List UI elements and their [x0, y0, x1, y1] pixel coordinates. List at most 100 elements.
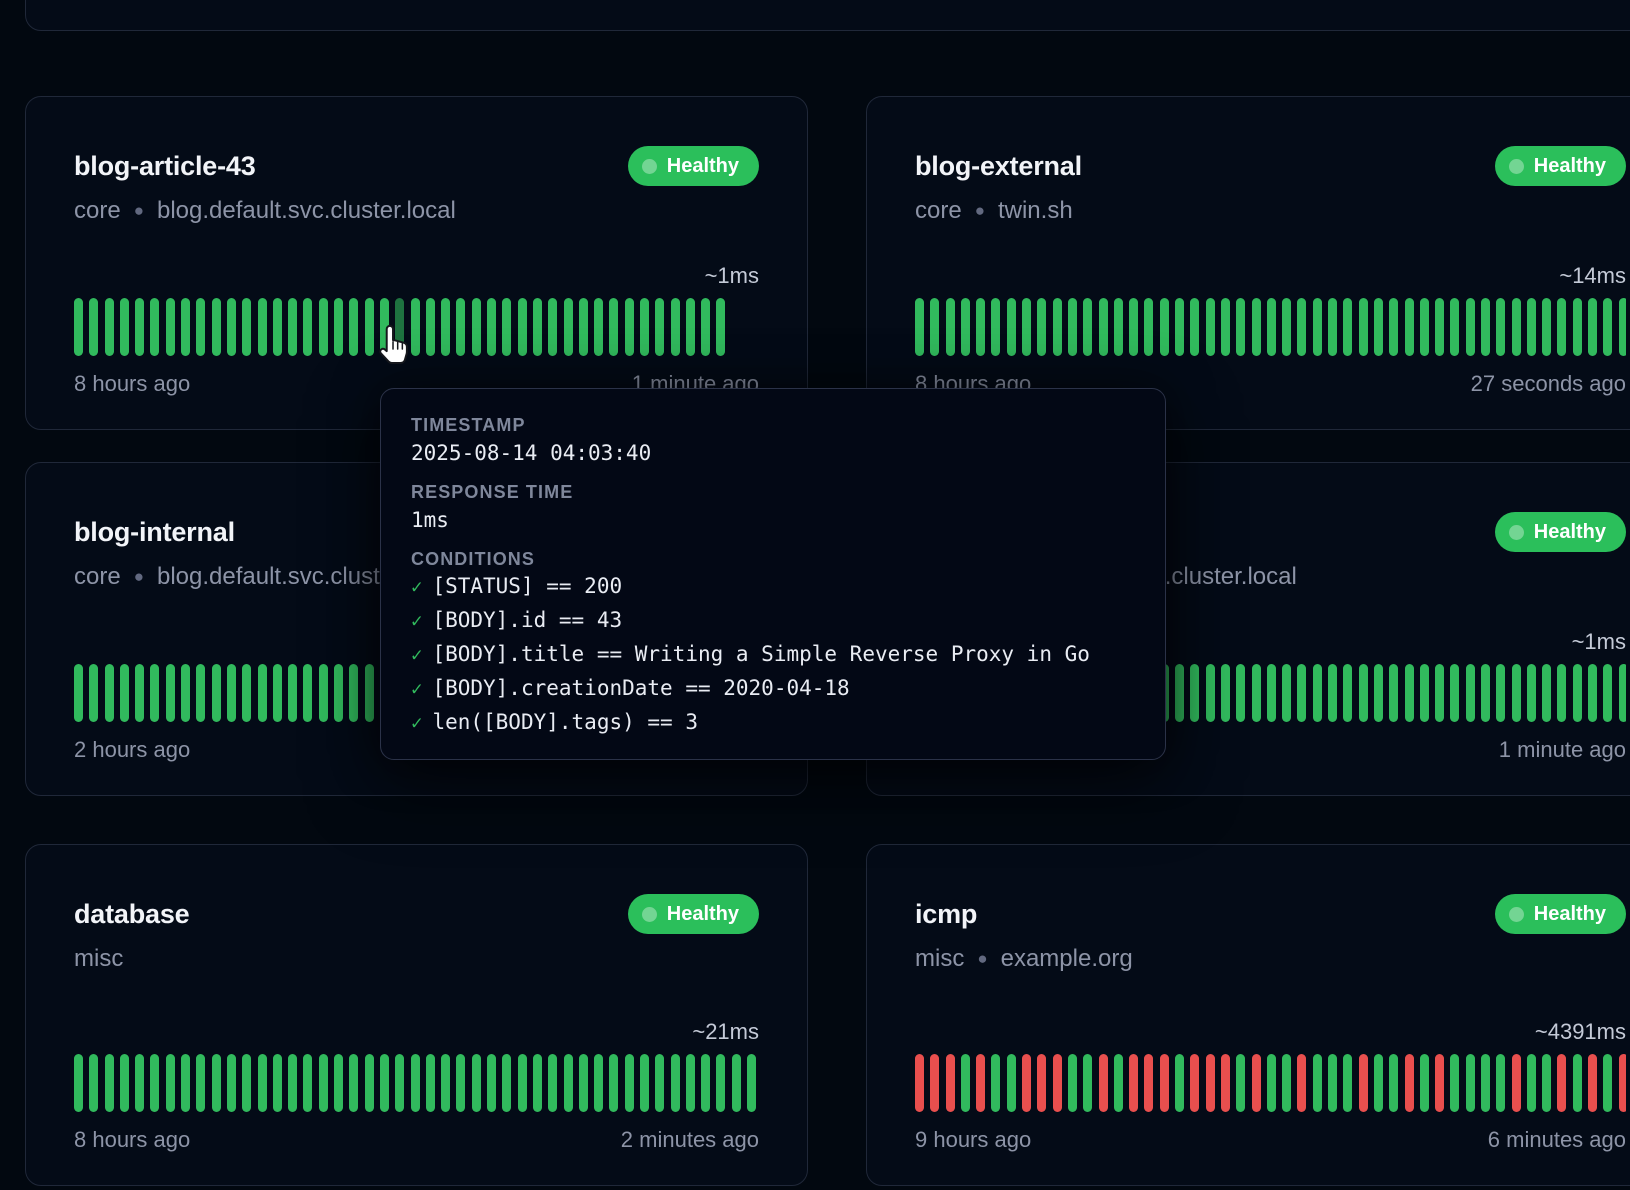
result-bar[interactable] [258, 664, 267, 722]
result-bar[interactable] [89, 298, 98, 356]
result-bar[interactable] [1542, 664, 1551, 722]
uptime-bars[interactable] [74, 1054, 759, 1112]
result-bar[interactable] [671, 1054, 680, 1112]
result-bar[interactable] [166, 298, 175, 356]
result-bar[interactable] [1252, 1054, 1261, 1112]
result-bar[interactable] [1481, 298, 1490, 356]
result-bar[interactable] [548, 1054, 557, 1112]
uptime-bars[interactable] [915, 1054, 1626, 1112]
result-bar[interactable] [1083, 298, 1092, 356]
result-bar[interactable] [1343, 664, 1352, 722]
result-bar[interactable] [625, 298, 634, 356]
result-bar[interactable] [74, 1054, 83, 1112]
result-bar[interactable] [89, 1054, 98, 1112]
result-bar[interactable] [518, 1054, 527, 1112]
result-bar[interactable] [915, 1054, 924, 1112]
result-bar[interactable] [135, 1054, 144, 1112]
result-bar[interactable] [1512, 298, 1521, 356]
result-bar[interactable] [1450, 1054, 1459, 1112]
result-bar[interactable] [1037, 1054, 1046, 1112]
result-bar[interactable] [1007, 298, 1016, 356]
result-bar[interactable] [258, 1054, 267, 1112]
result-bar[interactable] [242, 298, 251, 356]
result-bar[interactable] [1236, 298, 1245, 356]
result-bar[interactable] [502, 1054, 511, 1112]
result-bar[interactable] [1114, 1054, 1123, 1112]
result-bar[interactable] [1022, 298, 1031, 356]
result-bar[interactable] [1252, 664, 1261, 722]
result-bar[interactable] [655, 1054, 664, 1112]
result-bar[interactable] [273, 664, 282, 722]
result-bar[interactable] [1267, 298, 1276, 356]
result-bar[interactable] [135, 664, 144, 722]
result-bar[interactable] [533, 1054, 542, 1112]
result-bar[interactable] [349, 298, 358, 356]
result-bar[interactable] [1557, 298, 1566, 356]
result-bar[interactable] [930, 1054, 939, 1112]
result-bar[interactable] [1144, 298, 1153, 356]
result-bar[interactable] [1481, 1054, 1490, 1112]
result-bar[interactable] [1389, 1054, 1398, 1112]
result-bar[interactable] [1405, 664, 1414, 722]
result-bar[interactable] [1144, 1054, 1153, 1112]
result-bar[interactable] [181, 664, 190, 722]
result-bar[interactable] [334, 298, 343, 356]
result-bar[interactable] [89, 664, 98, 722]
result-bar[interactable] [334, 1054, 343, 1112]
result-bar[interactable] [1313, 1054, 1322, 1112]
uptime-bars[interactable] [74, 298, 759, 356]
result-bar[interactable] [594, 298, 603, 356]
result-bar[interactable] [105, 664, 114, 722]
result-bar[interactable] [1557, 1054, 1566, 1112]
result-bar[interactable] [1328, 1054, 1337, 1112]
result-bar[interactable] [1405, 1054, 1414, 1112]
result-bar[interactable] [1481, 664, 1490, 722]
result-bar[interactable] [701, 298, 710, 356]
result-bar[interactable] [1297, 298, 1306, 356]
result-bar[interactable] [1267, 664, 1276, 722]
result-bar[interactable] [365, 664, 374, 722]
result-bar[interactable] [1420, 664, 1429, 722]
result-bar[interactable] [1359, 664, 1368, 722]
result-bar[interactable] [1282, 1054, 1291, 1112]
endpoint-card-blog-article-43[interactable]: blog-article-43 Healthy core ● blog.defa… [25, 96, 808, 430]
result-bar[interactable] [288, 664, 297, 722]
result-bar[interactable] [1037, 298, 1046, 356]
result-bar[interactable] [1389, 298, 1398, 356]
result-bar[interactable] [1512, 664, 1521, 722]
result-bar[interactable] [349, 664, 358, 722]
result-bar[interactable] [640, 1054, 649, 1112]
result-bar[interactable] [533, 298, 542, 356]
result-bar[interactable] [150, 1054, 159, 1112]
result-bar[interactable] [426, 1054, 435, 1112]
result-bar[interactable] [1175, 298, 1184, 356]
result-bar[interactable] [1328, 664, 1337, 722]
result-bar[interactable] [380, 1054, 389, 1112]
result-bar[interactable] [196, 664, 205, 722]
result-bar[interactable] [1129, 1054, 1138, 1112]
result-bar[interactable] [976, 298, 985, 356]
result-bar[interactable] [1588, 298, 1597, 356]
result-bar[interactable] [120, 664, 129, 722]
result-bar[interactable] [1236, 1054, 1245, 1112]
result-bar[interactable] [1359, 298, 1368, 356]
result-bar[interactable] [1603, 664, 1612, 722]
result-bar[interactable] [1114, 298, 1123, 356]
result-bar[interactable] [212, 298, 221, 356]
result-bar[interactable] [395, 1054, 404, 1112]
result-bar[interactable] [961, 1054, 970, 1112]
result-bar[interactable] [380, 298, 389, 356]
result-bar[interactable] [915, 298, 924, 356]
result-bar[interactable] [1619, 1054, 1626, 1112]
result-bar[interactable] [1405, 298, 1414, 356]
result-bar[interactable] [655, 298, 664, 356]
result-bar[interactable] [1573, 664, 1582, 722]
result-bar[interactable] [579, 1054, 588, 1112]
endpoint-card-icmp[interactable]: icmp Healthy misc ● example.org ~4391ms … [866, 844, 1630, 1186]
result-bar[interactable] [166, 1054, 175, 1112]
result-bar[interactable] [1175, 1054, 1184, 1112]
result-bar[interactable] [181, 298, 190, 356]
result-bar[interactable] [946, 298, 955, 356]
result-bar[interactable] [456, 1054, 465, 1112]
result-bar[interactable] [181, 1054, 190, 1112]
